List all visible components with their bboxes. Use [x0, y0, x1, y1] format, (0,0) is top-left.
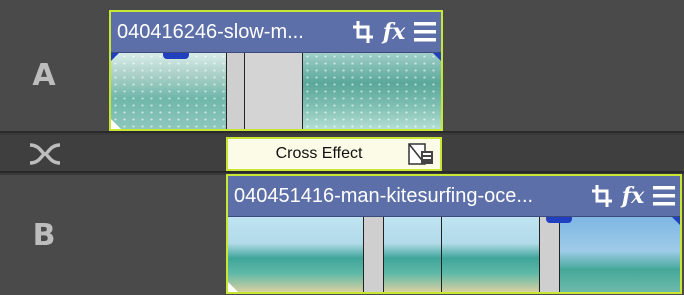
clip-a-title: 040416246-slow-m...: [117, 20, 304, 43]
thumbnail-gap: [539, 217, 561, 292]
thumbnail-gap: [226, 53, 245, 129]
thumbnail-gap: [244, 53, 304, 129]
thumbnail-frame: [111, 53, 227, 129]
clip-b-header[interactable]: 040451416-man-kitesurfing-oce... fx: [228, 176, 680, 217]
trim-start-handle[interactable]: [228, 282, 238, 292]
transition-settings-icon[interactable]: [408, 142, 434, 166]
clip-a-thumbnails: [111, 53, 441, 129]
fade-in-handle[interactable]: [111, 53, 119, 61]
clip-b[interactable]: 040451416-man-kitesurfing-oce... fx: [226, 174, 682, 294]
trim-start-handle[interactable]: [111, 119, 121, 129]
clip-a[interactable]: 040416246-slow-m... fx: [109, 10, 443, 131]
clip-a-header[interactable]: 040416246-slow-m... fx: [111, 12, 441, 53]
thumbnail-frame: [441, 217, 540, 292]
cross-effect-region[interactable]: Cross Effect: [226, 137, 442, 171]
event-marker[interactable]: [163, 53, 189, 59]
clip-b-thumbnails: [228, 217, 680, 292]
menu-icon[interactable]: [652, 183, 676, 209]
fx-icon[interactable]: fx: [381, 19, 407, 45]
crossover-icon: [29, 143, 61, 165]
event-marker[interactable]: [546, 217, 572, 223]
track-a-label: A: [32, 58, 56, 93]
thumbnail-frame: [560, 217, 680, 292]
clip-b-title: 040451416-man-kitesurfing-oce...: [234, 184, 534, 207]
thumbnail-gap: [363, 217, 385, 292]
thumbnail-frame: [384, 217, 442, 292]
menu-icon[interactable]: [413, 19, 437, 45]
crop-icon[interactable]: [351, 19, 375, 45]
fx-icon[interactable]: fx: [620, 183, 646, 209]
track-b-label: B: [32, 218, 56, 253]
thumbnail-frame: [303, 53, 441, 129]
fade-out-handle[interactable]: [433, 53, 441, 61]
fade-out-handle[interactable]: [672, 217, 680, 225]
thumbnail-frame: [228, 217, 364, 292]
crop-icon[interactable]: [590, 183, 614, 209]
